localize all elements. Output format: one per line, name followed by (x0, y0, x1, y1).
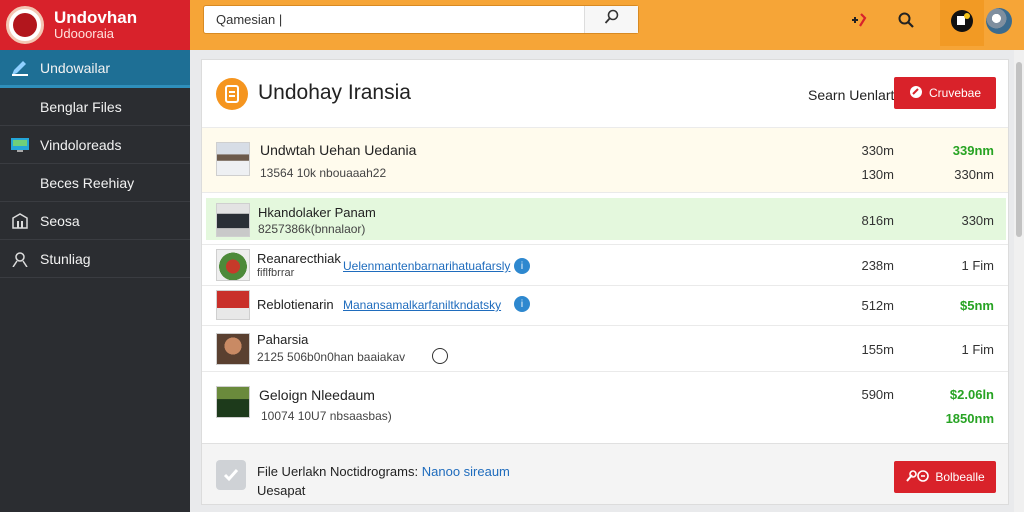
table-row[interactable]: Undwtah Uehan Uedania 13564 10k nbouaaah… (202, 128, 1008, 193)
topbar (190, 0, 1024, 50)
brand-logo (6, 6, 44, 44)
footer-label: File Uerlakn Noctidrograms: (257, 464, 419, 479)
footer-text: File Uerlakn Noctidrograms: Nanoo sireau… (257, 464, 510, 479)
info-icon[interactable]: i (514, 296, 530, 312)
row-thumbnail (216, 249, 250, 281)
sidebar-item-vindoloreads[interactable]: Vindoloreads (0, 126, 190, 164)
sidebar-item-stunliag[interactable]: Stunliag (0, 240, 190, 278)
document-icon (216, 78, 248, 110)
check-icon (216, 460, 246, 490)
app-title: Undovhan (54, 8, 138, 28)
footer-link[interactable]: Nanoo sireaum (422, 464, 510, 479)
search-button[interactable] (584, 6, 638, 33)
row-title: Hkandolaker Panam (258, 205, 376, 220)
info-icon[interactable]: i (514, 258, 530, 274)
search-input[interactable] (204, 6, 584, 33)
search-box (203, 5, 639, 34)
clock-icon[interactable] (432, 348, 448, 364)
row-subtitle: fiflfbrrar (257, 267, 295, 279)
sidebar-item-label: Beces Reehiay (40, 174, 135, 191)
page-title: Undohay Iransia (258, 81, 411, 104)
app-subtitle: Udoooraia (54, 26, 114, 42)
row-value-primary: 330m (861, 143, 894, 158)
sidebar-item-benglar-files[interactable]: Benglar Files (0, 88, 190, 126)
row-subtitle: 10074 10U7 nbsaasbas) (261, 409, 392, 423)
eraser-icon (909, 85, 923, 102)
main-panel: Undohay Iransia Searn Uenlart Cruvebae U… (201, 59, 1009, 505)
search-icon (604, 9, 620, 30)
row-thumbnail (216, 386, 250, 418)
row-thumbnail (216, 203, 250, 237)
row-title: Paharsia (257, 332, 309, 347)
row-value-change: $2.06ln (949, 387, 994, 402)
search-icon[interactable] (892, 6, 920, 34)
table-row[interactable]: Hkandolaker Panam 8257386k(bnnalaor) 816… (202, 193, 1008, 245)
sidebar-nav: Undowailar Benglar Files Vindoloreads Be… (0, 50, 190, 278)
sidebar-item-undowailar[interactable]: Undowailar (0, 50, 190, 88)
row-value-change-secondary: 330nm (954, 167, 994, 182)
table-row[interactable]: Geloign Nleedaum 10074 10U7 nbsaasbas) 5… (202, 372, 1008, 443)
brand[interactable]: Undovhan Udoooraia (0, 0, 190, 50)
edit-icon (0, 60, 40, 76)
sidebar-item-label: Seosa (40, 212, 80, 229)
row-thumbnail (216, 142, 250, 176)
sidebar: Undovhan Udoooraia Undowailar Benglar Fi… (0, 0, 190, 512)
table-row[interactable]: Paharsia 2125 506b0n0han baaiakav 155m 1… (202, 326, 1008, 372)
sidebar-item-label: Vindoloreads (40, 136, 122, 153)
footer-action-button[interactable]: Bolbealle (894, 461, 996, 493)
sidebar-item-label: Undowailar (40, 59, 111, 76)
row-value-change-secondary: 1850nm (945, 411, 994, 426)
row-subtitle: 8257386k(bnnalaor) (258, 222, 366, 236)
row-value-change: 1 Fim (961, 258, 995, 273)
scrollbar[interactable] (1014, 50, 1024, 512)
sidebar-item-beces-reehiay[interactable]: Beces Reehiay (0, 164, 190, 202)
header-action-button[interactable]: Cruvebae (894, 77, 996, 109)
notification-icon (950, 9, 974, 38)
user-icon (0, 251, 40, 267)
sidebar-item-seosa[interactable]: Seosa (0, 202, 190, 240)
row-value-change: 1 Fim (961, 342, 995, 357)
notification-button[interactable] (940, 0, 984, 46)
table-row[interactable]: Reblotienarin Manansamalkarfaniltkndatsk… (202, 286, 1008, 326)
row-value-primary: 590m (861, 387, 894, 402)
sidebar-item-label: Stunliag (40, 250, 91, 267)
panel-footer: File Uerlakn Noctidrograms: Nanoo sireau… (202, 443, 1008, 504)
row-title: Geloign Nleedaum (259, 387, 375, 403)
row-value-primary: 238m (861, 258, 894, 273)
row-value-change: $5nm (960, 298, 994, 313)
building-icon (0, 212, 40, 229)
row-subtitle: 2125 506b0n0han baaiakav (257, 350, 406, 364)
table-row[interactable]: Reanarecthiak fiflfbrrar Uelenmantenbarn… (202, 245, 1008, 286)
panel-header: Undohay Iransia Searn Uenlart Cruvebae (202, 60, 1008, 128)
row-title: Reblotienarin (257, 297, 334, 312)
monitor-icon (0, 137, 40, 152)
avatar[interactable] (986, 8, 1012, 34)
tools-icon[interactable] (845, 6, 873, 34)
row-value-primary: 816m (861, 213, 894, 228)
header-action-label: Cruvebae (928, 86, 982, 100)
row-value-primary: 155m (861, 342, 894, 357)
footer-subtext: Uesapat (257, 483, 306, 498)
header-link[interactable]: Searn Uenlart (808, 87, 894, 103)
wrench-icon (905, 469, 930, 486)
scrollbar-thumb[interactable] (1016, 62, 1022, 237)
row-title: Reanarecthiak (257, 251, 341, 266)
row-thumbnail (216, 290, 250, 320)
row-subtitle: 13564 10k nbouaaah22 (260, 166, 387, 180)
row-value-primary-secondary: 130m (861, 167, 894, 182)
row-value-change: 330m (961, 213, 994, 228)
sidebar-item-label: Benglar Files (40, 98, 122, 115)
row-link[interactable]: Manansamalkarfaniltkndatsky (343, 298, 501, 312)
footer-action-label: Bolbealle (935, 470, 985, 484)
row-value-change: 339nm (952, 143, 994, 158)
row-title: Undwtah Uehan Uedania (260, 142, 417, 158)
row-thumbnail (216, 333, 250, 365)
row-value-primary: 512m (861, 298, 894, 313)
row-link[interactable]: Uelenmantenbarnarihatuafarsly (343, 259, 510, 273)
